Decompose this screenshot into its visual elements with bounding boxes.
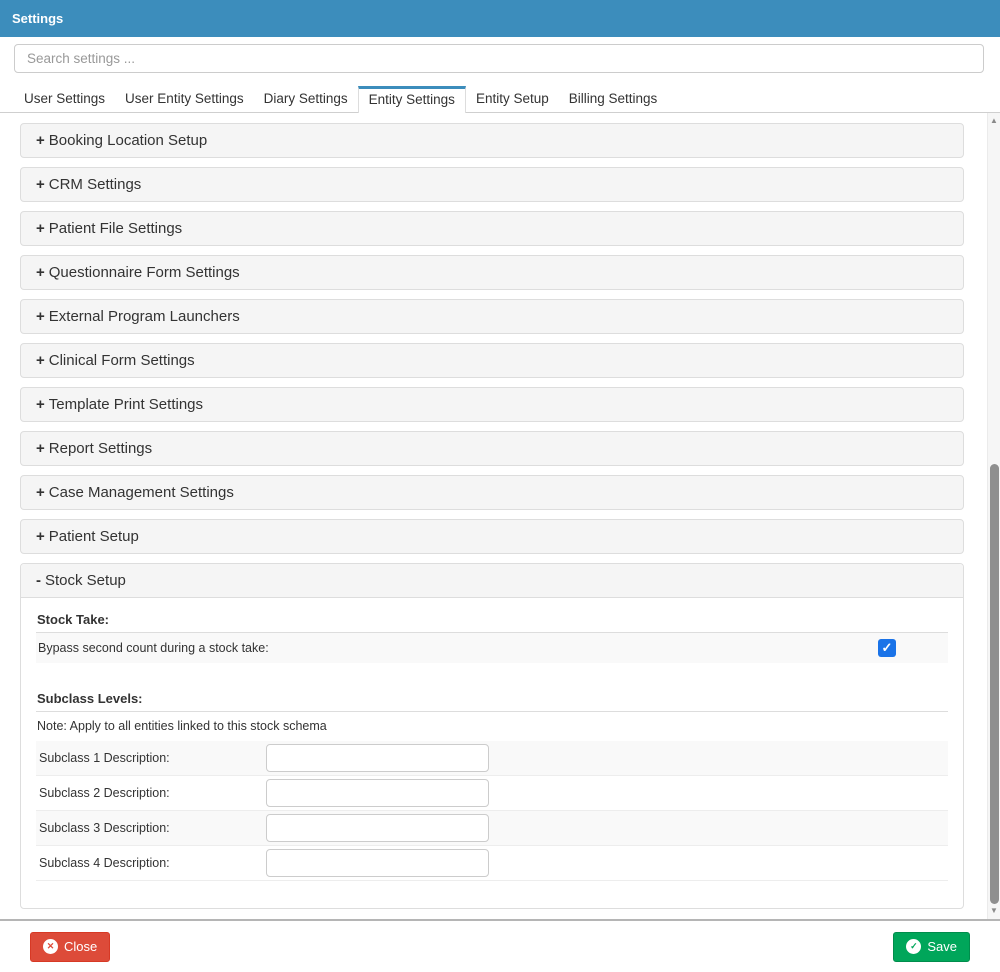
accordion-patient-file-settings[interactable]: + Patient File Settings [20,211,964,246]
accordion-label: Stock Setup [45,572,126,589]
accordion-report-settings[interactable]: + Report Settings [20,431,964,466]
accordion-questionnaire-form-settings[interactable]: + Questionnaire Form Settings [20,255,964,290]
expand-plus-icon: + [36,132,45,149]
subclass-2-row: Subclass 2 Description: [36,776,948,811]
save-button-label: Save [927,939,957,954]
stock-setup-body: Stock Take: Bypass second count during a… [21,598,963,908]
search-row [0,37,1000,84]
accordion-stock-setup-expanded: - Stock Setup Stock Take: Bypass second c… [20,563,964,909]
tab-user-entity-settings[interactable]: User Entity Settings [115,86,254,112]
subclass-4-label: Subclass 4 Description: [39,856,170,870]
subclass-4-input[interactable] [266,849,489,877]
subclass-1-input[interactable] [266,744,489,772]
save-button[interactable]: ✓ Save [893,931,970,962]
accordion-case-management-settings[interactable]: + Case Management Settings [20,475,964,510]
expand-plus-icon: + [36,352,45,369]
accordion-label: CRM Settings [48,176,142,193]
accordion-patient-setup[interactable]: + Patient Setup [20,519,964,554]
tab-diary-settings[interactable]: Diary Settings [254,86,358,112]
expand-plus-icon: + [36,264,45,281]
tab-entity-settings[interactable]: Entity Settings [357,86,466,113]
accordion-label: Case Management Settings [48,484,234,501]
check-circle-icon: ✓ [906,939,922,954]
tab-billing-settings[interactable]: Billing Settings [559,86,668,112]
accordion-booking-location-setup[interactable]: + Booking Location Setup [20,123,964,158]
bypass-second-count-checkbox[interactable]: ✓ [878,639,896,657]
close-button-label: Close [64,939,98,954]
accordion-label: Patient Setup [48,528,139,545]
expand-plus-icon: + [36,220,45,237]
footer-bar: ✕ Close ✓ Save [0,921,1000,972]
expand-plus-icon: + [36,440,45,457]
bypass-second-count-label: Bypass second count during a stock take: [38,641,269,655]
subclass-1-label: Subclass 1 Description: [39,751,170,765]
scroll-up-arrow-icon[interactable]: ▲ [988,117,1000,125]
accordion-label: Patient File Settings [48,220,183,237]
subclass-4-row: Subclass 4 Description: [36,846,948,881]
expand-plus-icon: + [36,176,45,193]
subclass-3-label: Subclass 3 Description: [39,821,170,835]
tab-entity-setup[interactable]: Entity Setup [466,86,559,112]
subclass-3-row: Subclass 3 Description: [36,811,948,846]
accordion-stock-setup-header[interactable]: - Stock Setup [21,564,963,598]
subclass-3-input[interactable] [266,814,489,842]
page-title: Settings [12,11,64,26]
expand-plus-icon: + [36,484,45,501]
accordion-label: Report Settings [48,440,153,457]
accordion-label: External Program Launchers [48,308,240,325]
tab-user-settings[interactable]: User Settings [14,86,115,112]
expand-plus-icon: + [36,528,45,545]
settings-window: Settings User Settings User Entity Setti… [0,0,1000,972]
stock-take-heading: Stock Take: [36,606,948,633]
expand-plus-icon: + [36,396,45,413]
subclass-1-row: Subclass 1 Description: [36,741,948,776]
expand-plus-icon: + [36,308,45,325]
subclass-2-input[interactable] [266,779,489,807]
scroll-down-arrow-icon[interactable]: ▼ [988,907,1000,915]
vertical-scrollbar[interactable]: ▲ ▼ [987,113,1000,919]
close-button[interactable]: ✕ Close [30,931,111,962]
bypass-second-count-row: Bypass second count during a stock take:… [36,633,948,663]
subclass-levels-heading: Subclass Levels: [36,685,948,712]
search-input[interactable] [14,44,984,73]
close-circle-icon: ✕ [43,939,58,954]
accordion-label: Booking Location Setup [48,132,208,149]
collapse-minus-icon: - [36,572,41,589]
accordion-label: Clinical Form Settings [48,352,195,369]
subclass-2-label: Subclass 2 Description: [39,786,170,800]
accordion-label: Questionnaire Form Settings [48,264,240,281]
accordion-clinical-form-settings[interactable]: + Clinical Form Settings [20,343,964,378]
subclass-levels-note: Note: Apply to all entities linked to th… [37,719,327,733]
settings-scroll-area: + Booking Location Setup + CRM Settings + P… [0,112,1000,919]
accordion-list: + Booking Location Setup + CRM Settings + P… [0,113,1000,909]
accordion-template-print-settings[interactable]: + Template Print Settings [20,387,964,422]
accordion-crm-settings[interactable]: + CRM Settings [20,167,964,202]
tab-bar: User Settings User Entity Settings Diary… [0,84,1000,113]
title-bar: Settings [0,0,1000,37]
accordion-external-program-launchers[interactable]: + External Program Launchers [20,299,964,334]
scrollbar-thumb[interactable] [990,464,999,904]
accordion-label: Template Print Settings [48,396,204,413]
